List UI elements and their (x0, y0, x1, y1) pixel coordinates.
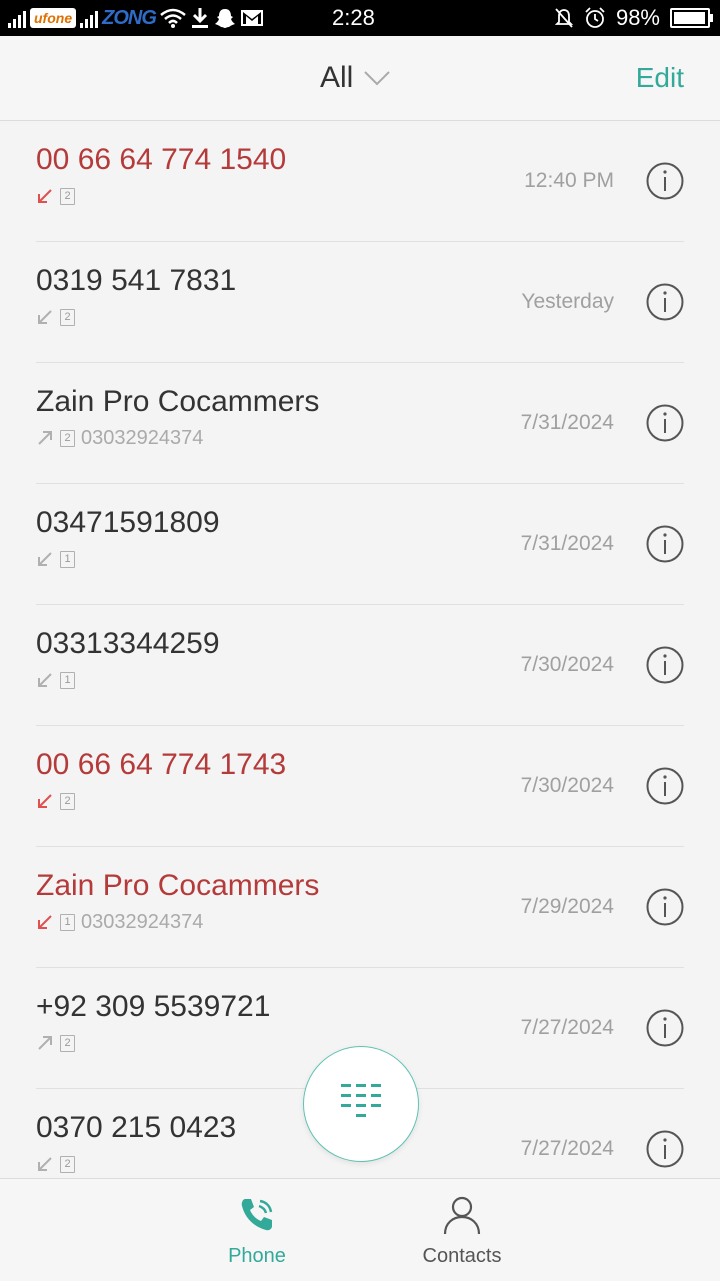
carrier-ufone-logo: ufone (30, 8, 77, 28)
filter-label: All (320, 61, 354, 94)
sim-indicator-icon: 2 (60, 1034, 75, 1052)
call-time: 7/30/2024 (520, 774, 614, 797)
dialpad-button[interactable] (303, 1046, 419, 1162)
call-details: 2 (36, 306, 75, 328)
call-details: 2 (36, 1032, 75, 1054)
caller-name: 00 66 64 774 1540 (36, 143, 287, 176)
caller-name: 03313344259 (36, 627, 220, 660)
call-details: 1 (36, 548, 75, 570)
caller-name: Zain Pro Cocammers (36, 385, 320, 418)
sim-indicator-icon: 1 (60, 671, 75, 689)
caller-name: Zain Pro Cocammers (36, 869, 320, 902)
call-time: 7/27/2024 (520, 1016, 614, 1039)
signal-icon (8, 8, 26, 28)
call-time: 7/31/2024 (520, 532, 614, 555)
call-time: Yesterday (521, 290, 614, 313)
caller-number: 03032924374 (81, 426, 204, 449)
call-log-row[interactable]: 00 66 64 774 1540 2 12:40 PM (36, 121, 684, 242)
call-filter-dropdown[interactable]: All (320, 36, 391, 120)
info-icon[interactable] (646, 888, 684, 926)
call-log-row[interactable]: Zain Pro Cocammers 1 03032924374 7/29/2024 (36, 847, 684, 968)
call-details: 2 (36, 185, 75, 207)
missed-call-icon (38, 794, 52, 808)
call-time: 7/29/2024 (520, 895, 614, 918)
caller-name: 00 66 64 774 1743 (36, 748, 287, 781)
status-time: 2:28 (332, 5, 375, 30)
call-log-list[interactable]: 00 66 64 774 1540 2 12:40 PM 0319 541 7831 2… (0, 121, 720, 1178)
info-icon[interactable] (646, 525, 684, 563)
status-bar-left: ufone ZONG (8, 0, 264, 36)
status-bar: ufone ZONG 2:28 98% (0, 0, 720, 36)
call-time: 7/27/2024 (520, 1137, 614, 1160)
call-log-row[interactable]: 00 66 64 774 1743 2 7/30/2024 (36, 726, 684, 847)
battery-percent: 98% (615, 5, 660, 30)
download-icon (191, 8, 208, 28)
wifi-icon (160, 8, 186, 28)
info-icon[interactable] (646, 646, 684, 684)
call-log-row[interactable]: 03471591809 1 7/31/2024 (36, 484, 684, 605)
call-time: 12:40 PM (524, 169, 614, 192)
outgoing-call-icon (38, 1036, 52, 1050)
info-icon[interactable] (646, 1009, 684, 1047)
caller-name: 0370 215 0423 (36, 1111, 237, 1144)
mute-bell-icon (554, 8, 574, 28)
call-time: 7/30/2024 (520, 653, 614, 676)
battery-fill (674, 12, 706, 24)
bottom-navigation: Phone Contacts (0, 1178, 720, 1281)
snapchat-icon (214, 9, 235, 28)
sim-indicator-icon: 2 (60, 1155, 75, 1173)
incoming-call-icon (38, 1157, 52, 1171)
call-details: 1 (36, 669, 75, 691)
chevron-down-icon (364, 71, 391, 86)
edit-button[interactable]: Edit (636, 36, 684, 120)
info-icon[interactable] (646, 1130, 684, 1168)
tab-phone[interactable]: Phone (177, 1179, 337, 1281)
status-bar-right: 98% (554, 0, 713, 36)
caller-number: 03032924374 (81, 910, 204, 933)
info-icon[interactable] (646, 404, 684, 442)
call-log-row[interactable]: 0319 541 7831 2 Yesterday (36, 242, 684, 363)
outgoing-call-icon (38, 431, 52, 445)
call-log-header: All Edit (0, 36, 720, 121)
caller-name: 03471591809 (36, 506, 220, 539)
call-log-row[interactable]: Zain Pro Cocammers 2 03032924374 7/31/2024 (36, 363, 684, 484)
info-icon[interactable] (646, 283, 684, 321)
info-icon[interactable] (646, 162, 684, 200)
carrier-zong-logo: ZONG (102, 6, 157, 29)
call-time: 7/31/2024 (520, 411, 614, 434)
incoming-call-icon (38, 310, 52, 324)
sim-indicator-icon: 1 (60, 550, 75, 568)
tab-phone-label: Phone (228, 1245, 286, 1267)
person-icon (443, 1196, 481, 1235)
sim-indicator-icon: 2 (60, 187, 75, 205)
gmail-icon (240, 10, 263, 26)
call-details: 2 (36, 790, 75, 812)
sim-indicator-icon: 2 (60, 792, 75, 810)
sim-indicator-icon: 1 (60, 913, 75, 931)
incoming-call-icon (38, 673, 52, 687)
call-log-row[interactable]: 03313344259 1 7/30/2024 (36, 605, 684, 726)
call-details: 2 03032924374 (36, 427, 203, 449)
call-details: 1 03032924374 (36, 911, 203, 933)
sim-indicator-icon: 2 (60, 308, 75, 326)
call-details: 2 (36, 1153, 75, 1175)
incoming-call-icon (38, 552, 52, 566)
missed-call-icon (38, 189, 52, 203)
dialpad-icon (341, 1084, 381, 1117)
tab-contacts[interactable]: Contacts (382, 1179, 542, 1281)
missed-call-icon (38, 915, 52, 929)
info-icon[interactable] (646, 767, 684, 805)
battery-icon (670, 8, 713, 28)
signal-icon (80, 8, 99, 28)
alarm-icon (585, 7, 605, 28)
phone-icon (241, 1199, 273, 1231)
sim-indicator-icon: 2 (60, 429, 75, 447)
caller-name: +92 309 5539721 (36, 990, 271, 1023)
caller-name: 0319 541 7831 (36, 264, 237, 297)
tab-contacts-label: Contacts (422, 1245, 502, 1267)
